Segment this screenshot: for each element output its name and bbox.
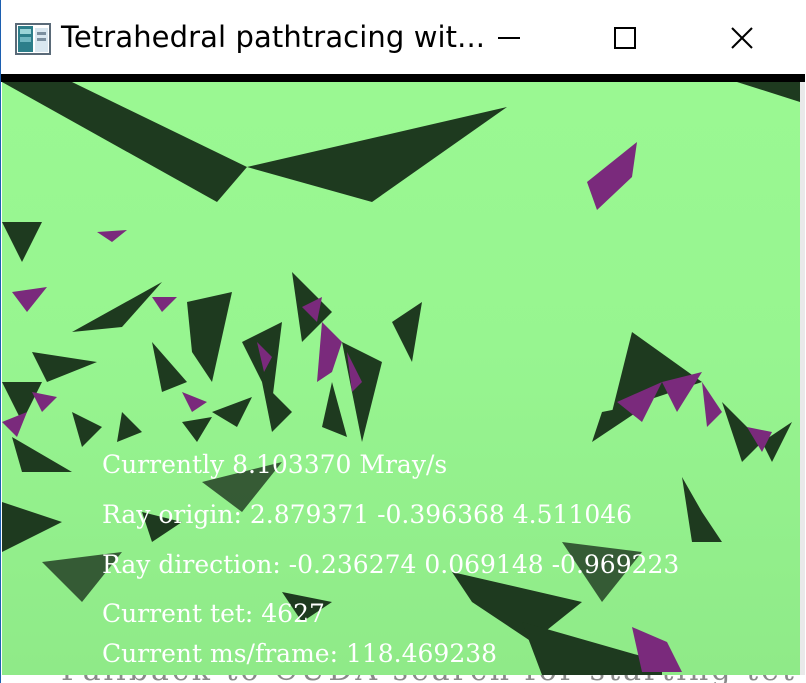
app-window: Tetrahedral pathtracing wit... Currently… (0, 0, 805, 683)
window-title: Tetrahedral pathtracing wit... (61, 20, 486, 54)
render-viewport[interactable]: Currently 8.103370 Mray/s Ray origin: 2.… (2, 82, 800, 675)
app-window-icon[interactable] (15, 23, 51, 55)
window-right-edge (800, 82, 805, 675)
maximize-button[interactable] (567, 0, 683, 76)
rate-readout: Currently 8.103370 Mray/s (102, 450, 448, 479)
ray-direction-readout: Ray direction: -0.236274 0.069148 -0.969… (102, 550, 680, 579)
ms-frame-readout: Current ms/frame: 118.469238 (102, 639, 498, 668)
background-console-text: Fallback to CUDA search for starting tet (61, 675, 797, 683)
title-bar[interactable]: Tetrahedral pathtracing wit... (1, 0, 805, 76)
tetrahedra-render (2, 82, 800, 675)
ray-origin-readout: Ray origin: 2.879371 -0.396368 4.511046 (102, 500, 633, 529)
minimize-icon (498, 37, 520, 39)
close-icon (731, 27, 753, 49)
current-tet-readout: Current tet: 4627 (102, 599, 325, 628)
minimize-button[interactable] (451, 0, 567, 76)
maximize-icon (614, 27, 636, 49)
background-console-window: Fallback to CUDA search for starting tet (1, 675, 805, 683)
viewport-top-edge (1, 74, 805, 82)
close-button[interactable] (683, 0, 801, 76)
